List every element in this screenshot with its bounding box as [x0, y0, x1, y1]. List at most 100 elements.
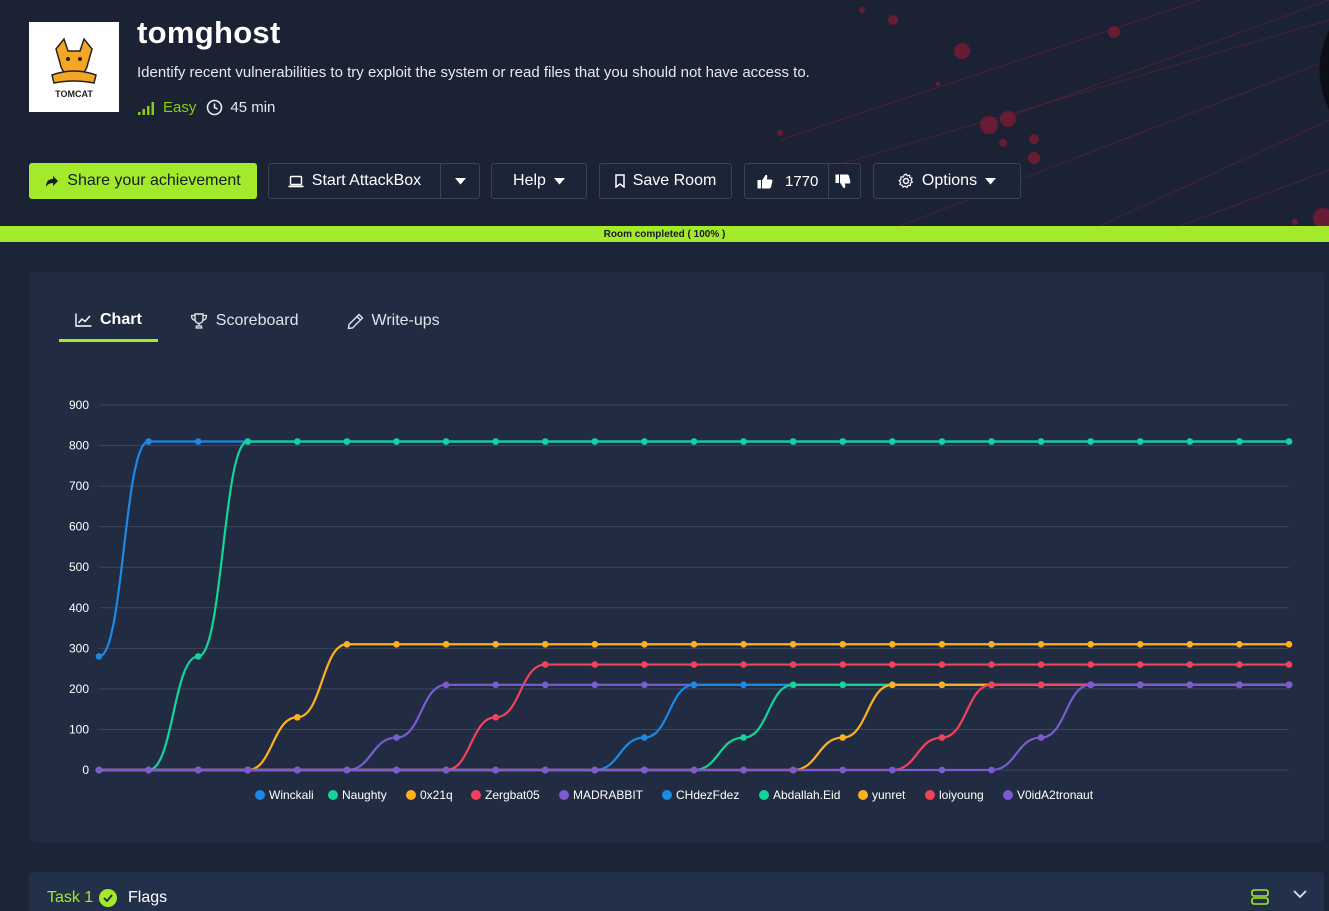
- data-point: [938, 734, 946, 741]
- legend-label: Naughty: [342, 788, 387, 802]
- data-point: [1186, 661, 1194, 668]
- database-icon[interactable]: [1251, 889, 1269, 905]
- data-point: [343, 438, 351, 445]
- legend-marker: [759, 790, 769, 800]
- data-point: [541, 661, 549, 668]
- data-point: [789, 766, 797, 774]
- data-point: [1285, 681, 1293, 689]
- y-tick-label: 300: [69, 641, 89, 655]
- task-title: Flags: [128, 889, 168, 906]
- data-point: [690, 438, 698, 445]
- data-point: [591, 640, 599, 648]
- series-line: [98, 440, 1289, 658]
- data-point: [492, 640, 499, 648]
- series-line: [99, 683, 1289, 772]
- legend-marker: [1003, 790, 1013, 800]
- data-point: [393, 438, 400, 445]
- data-point: [938, 661, 946, 668]
- data-point: [938, 766, 946, 774]
- legend-label: V0idA2tronaut: [1017, 788, 1094, 802]
- data-point: [1136, 681, 1144, 689]
- data-point: [641, 438, 648, 445]
- data-point: [988, 766, 995, 774]
- data-point: [1186, 640, 1194, 648]
- data-point: [95, 653, 103, 660]
- data-point: [1037, 734, 1045, 741]
- legend-label: Abdallah.Eid: [773, 788, 840, 802]
- series-line: [99, 683, 1289, 772]
- data-point: [343, 640, 351, 648]
- data-point: [244, 438, 252, 445]
- series-line: [99, 440, 1289, 772]
- data-point: [492, 681, 499, 689]
- data-point: [740, 766, 747, 774]
- legend-marker: [328, 790, 338, 800]
- data-point: [194, 438, 202, 445]
- legend-label: Winckali: [269, 788, 314, 802]
- data-point: [690, 661, 698, 668]
- y-tick-label: 600: [69, 520, 89, 534]
- data-point: [839, 640, 847, 648]
- data-point: [393, 640, 400, 648]
- legend-marker: [255, 790, 265, 800]
- data-point: [690, 766, 698, 774]
- data-point: [641, 734, 648, 741]
- data-point: [541, 766, 549, 774]
- series-line: [99, 683, 1289, 772]
- data-point: [789, 640, 797, 648]
- legend-label: 0x21q: [420, 788, 453, 802]
- data-point: [492, 766, 499, 774]
- data-point: [244, 766, 252, 774]
- data-point: [889, 661, 896, 668]
- data-point: [740, 661, 747, 668]
- data-point: [889, 438, 896, 445]
- data-point: [294, 766, 301, 774]
- data-point: [1236, 661, 1243, 668]
- data-point: [541, 640, 549, 648]
- data-point: [145, 766, 152, 774]
- y-tick-label: 500: [69, 560, 89, 574]
- legend-marker: [925, 790, 935, 800]
- data-point: [1236, 438, 1243, 445]
- data-point: [1136, 438, 1144, 445]
- data-point: [294, 713, 301, 721]
- data-point: [839, 734, 847, 741]
- data-point: [1285, 438, 1293, 445]
- task-1-header[interactable]: Task 1 Flags: [29, 872, 1324, 911]
- data-point: [1037, 661, 1045, 668]
- data-point: [789, 661, 797, 668]
- series-line: [99, 683, 1289, 772]
- data-point: [1087, 681, 1094, 689]
- data-point: [1285, 661, 1293, 668]
- legend-marker: [406, 790, 416, 800]
- data-point: [690, 640, 698, 648]
- data-point: [442, 640, 450, 648]
- task-number: Task 1: [47, 889, 94, 906]
- data-point: [938, 681, 946, 689]
- data-point: [988, 438, 995, 445]
- data-point: [591, 661, 599, 668]
- data-point: [789, 438, 797, 445]
- data-point: [194, 653, 202, 660]
- data-point: [591, 766, 599, 774]
- data-point: [1037, 640, 1045, 648]
- legend-label: Zergbat05: [485, 788, 540, 802]
- data-point: [1037, 681, 1045, 689]
- data-point: [839, 681, 847, 689]
- data-point: [1236, 640, 1243, 648]
- series-line: [99, 683, 1289, 772]
- task-complete-check-icon: [99, 889, 117, 907]
- data-point: [194, 766, 202, 774]
- data-point: [442, 766, 450, 774]
- legend-label: yunret: [872, 788, 906, 802]
- data-point: [1136, 640, 1144, 648]
- y-tick-label: 400: [69, 601, 89, 615]
- data-point: [641, 661, 648, 668]
- data-point: [938, 640, 946, 648]
- chevron-down-icon[interactable]: [1293, 889, 1307, 899]
- data-point: [442, 438, 450, 445]
- y-tick-label: 800: [69, 439, 89, 453]
- data-point: [541, 438, 549, 445]
- series-line: [99, 683, 1289, 772]
- data-point: [740, 438, 747, 445]
